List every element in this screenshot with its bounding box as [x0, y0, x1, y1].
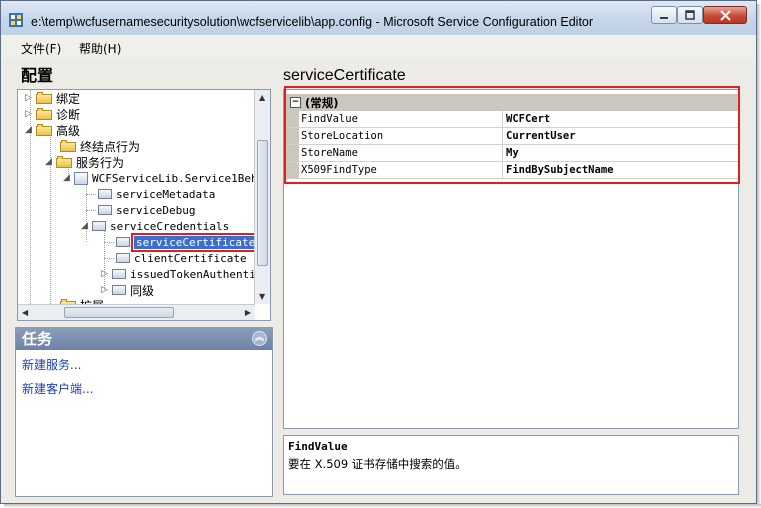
tasks-panel: 任务 ︽ 新建服务... 新建客户端... [15, 327, 273, 497]
folder-icon [36, 92, 52, 104]
configuration-header: 配置 [15, 65, 273, 89]
tree-node-behavior[interactable]: ◢ WCFServiceLib.Service1Beha [62, 170, 264, 186]
tree-label: 同级 [130, 283, 155, 298]
menu-help[interactable]: 帮助(H) [79, 40, 121, 57]
tree-vertical-scroll-thumb[interactable] [257, 140, 268, 266]
tree-label: 服务行为 [76, 155, 125, 170]
folder-icon [56, 156, 72, 168]
collapse-icon[interactable]: ◢ [44, 157, 53, 167]
folder-icon [36, 124, 52, 136]
collapse-icon[interactable]: ◢ [24, 125, 33, 135]
element-icon [112, 269, 126, 279]
expand-icon[interactable]: ▷ [100, 269, 109, 279]
collapse-chevron-icon[interactable]: ︽ [252, 331, 267, 346]
window-shadow [4, 504, 761, 508]
expand-icon[interactable]: ▷ [100, 285, 109, 295]
new-service-link[interactable]: 新建服务... [22, 356, 81, 373]
description-text: 要在 X.509 证书存储中搜索的值。 [288, 457, 467, 471]
window-shadow [757, 4, 761, 508]
menu-bar: 文件(F) 帮助(H) [1, 35, 756, 59]
tree-horizontal-scrollbar[interactable]: ◀ ▶ [18, 304, 255, 320]
element-icon [116, 237, 130, 247]
tree-node-advanced[interactable]: ◢ 高级 [24, 122, 80, 138]
maximize-button[interactable] [677, 6, 703, 24]
tasks-header: 任务 ︽ [16, 328, 272, 350]
configuration-panel: 配置 ▷ 绑定 ▷ 诊断 ◢ 高级 终结点行为 ◢ 服务行为 ◢ WCFServ… [15, 65, 275, 323]
tree-label: WCFServiceLib.Service1Beha [92, 171, 265, 185]
scroll-right-icon[interactable]: ▶ [245, 308, 251, 317]
main-window: e:\temp\wcfusernamesecuritysolution\wcfs… [0, 0, 757, 504]
tree-node-service-certificate[interactable]: serviceCertificate [104, 232, 261, 252]
tree-label: serviceMetadata [116, 187, 216, 201]
property-grid: − (常规) FindValue WCFCert StoreLocation C… [283, 86, 740, 429]
close-icon [719, 9, 731, 21]
collapse-icon[interactable]: ◢ [80, 221, 89, 231]
tree-label-selected: serviceCertificate [130, 232, 261, 252]
element-icon [92, 221, 106, 231]
app-icon [9, 13, 23, 27]
tree-node-peer[interactable]: ▷ 同级 [100, 282, 154, 298]
folder-icon [36, 108, 52, 120]
section-title: serviceCertificate [283, 67, 406, 84]
tree-node-service-metadata[interactable]: serviceMetadata [86, 186, 215, 202]
description-title: FindValue [288, 440, 348, 453]
tree-label: serviceCredentials [110, 219, 230, 233]
scroll-up-icon[interactable]: ▲ [259, 93, 265, 102]
minimize-icon [660, 17, 668, 19]
close-button[interactable] [703, 6, 747, 24]
tree-label: issuedTokenAuthentic [130, 267, 263, 281]
tree-label: clientCertificate [134, 251, 247, 265]
tree-node-service-credentials[interactable]: ◢ serviceCredentials [80, 218, 229, 234]
window-title: e:\temp\wcfusernamesecuritysolution\wcfs… [31, 15, 594, 29]
element-icon [98, 189, 112, 199]
tree-label: serviceDebug [116, 203, 196, 217]
tree-node-bindings[interactable]: ▷ 绑定 [24, 90, 80, 106]
tree-label: 高级 [56, 123, 81, 138]
collapse-icon[interactable]: ◢ [62, 173, 71, 183]
tree-label: 终结点行为 [80, 139, 141, 154]
tree-vertical-scrollbar[interactable]: ▲ ▼ [254, 90, 270, 304]
behavior-icon [74, 171, 88, 185]
tree-label: 绑定 [56, 91, 81, 106]
highlight-box [284, 86, 740, 184]
tree-node-service-behaviors[interactable]: ◢ 服务行为 [44, 154, 124, 170]
tasks-title: 任务 [22, 330, 53, 348]
tree-horizontal-scroll-thumb[interactable] [64, 307, 174, 318]
new-client-link[interactable]: 新建客户端... [22, 380, 93, 397]
description-panel: FindValue 要在 X.509 证书存储中搜索的值。 [283, 435, 739, 495]
tree-node-endpoint-behaviors[interactable]: 终结点行为 [60, 138, 140, 154]
scroll-down-icon[interactable]: ▼ [259, 292, 265, 301]
tree-node-service-debug[interactable]: serviceDebug [86, 202, 195, 218]
expand-icon[interactable]: ▷ [24, 93, 33, 103]
tree-label: 诊断 [56, 107, 81, 122]
tree-node-diagnostics[interactable]: ▷ 诊断 [24, 106, 80, 122]
menu-file[interactable]: 文件(F) [21, 40, 61, 57]
maximize-icon [685, 10, 695, 20]
element-icon [116, 253, 130, 263]
element-icon [98, 205, 112, 215]
folder-icon [60, 140, 76, 152]
scroll-left-icon[interactable]: ◀ [22, 308, 28, 317]
element-icon [112, 285, 126, 295]
tree-node-issued-token[interactable]: ▷ issuedTokenAuthentic [100, 266, 262, 282]
tree-node-client-certificate[interactable]: clientCertificate [104, 250, 247, 266]
title-bar[interactable]: e:\temp\wcfusernamesecuritysolution\wcfs… [1, 1, 756, 35]
minimize-button[interactable] [651, 6, 677, 24]
configuration-tree: ▷ 绑定 ▷ 诊断 ◢ 高级 终结点行为 ◢ 服务行为 ◢ WCFServiceLib.S… [17, 89, 271, 321]
expand-icon[interactable]: ▷ [24, 109, 33, 119]
